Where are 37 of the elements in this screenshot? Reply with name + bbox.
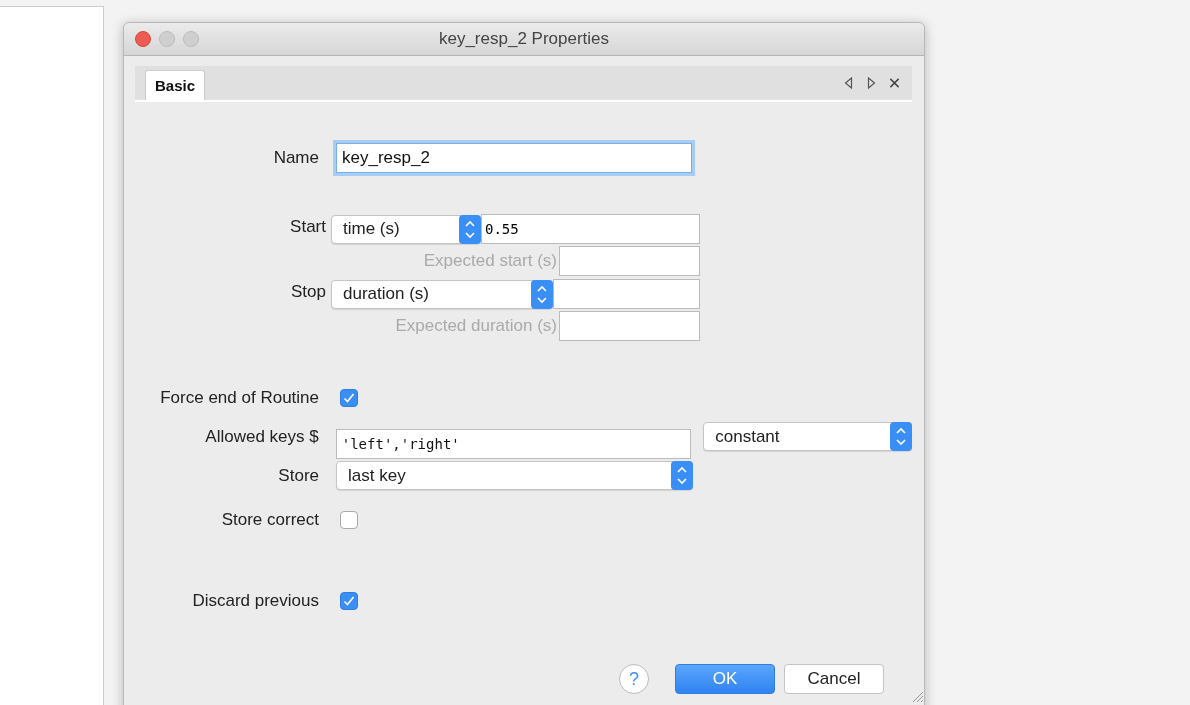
cancel-button[interactable]: Cancel: [784, 664, 884, 694]
resize-grip-icon[interactable]: [910, 689, 924, 703]
keys-field[interactable]: 'left','right': [335, 428, 692, 459]
minimize-button[interactable]: [159, 31, 175, 47]
dropdown[interactable]: constant: [703, 422, 912, 451]
field-label: Allowed keys $: [204, 426, 319, 447]
field-label: Expected duration (s): [394, 316, 557, 336]
expected-time-field[interactable]: [559, 311, 700, 341]
stepper-icon: [890, 422, 912, 451]
stepper-icon: [531, 279, 553, 309]
tab[interactable]: Basic: [145, 70, 206, 100]
dropdown[interactable]: last key: [336, 461, 693, 490]
checkbox[interactable]: [340, 388, 358, 407]
field-label: Name: [272, 147, 319, 168]
stepper-icon: [459, 214, 481, 244]
field-label: Discard previous: [191, 590, 319, 611]
stepper-icon: [671, 461, 693, 490]
zoom-button[interactable]: [183, 31, 199, 47]
dropdown[interactable]: time (s): [331, 214, 481, 244]
checkbox[interactable]: [340, 510, 358, 529]
close-button[interactable]: [135, 31, 151, 47]
time-field[interactable]: [553, 279, 700, 309]
close-icon[interactable]: [889, 77, 900, 89]
field-label: Force end of Routine: [159, 387, 319, 408]
field-label: Expected start (s): [422, 251, 557, 271]
expected-time-field[interactable]: [559, 246, 700, 276]
dropdown[interactable]: duration (s): [331, 279, 553, 309]
field-label: Store correct: [220, 509, 319, 530]
checkbox[interactable]: [340, 591, 358, 610]
window-title: key_resp_2 Properties: [438, 29, 610, 49]
previous-tab-icon[interactable]: [843, 77, 854, 89]
field-label: Stop: [290, 282, 326, 302]
field-label: Start: [289, 217, 326, 237]
field-label: Store: [277, 465, 319, 486]
name-field[interactable]: key_resp_2: [336, 142, 692, 173]
next-tab-icon[interactable]: [866, 77, 877, 89]
time-field[interactable]: 0.55: [481, 214, 700, 244]
